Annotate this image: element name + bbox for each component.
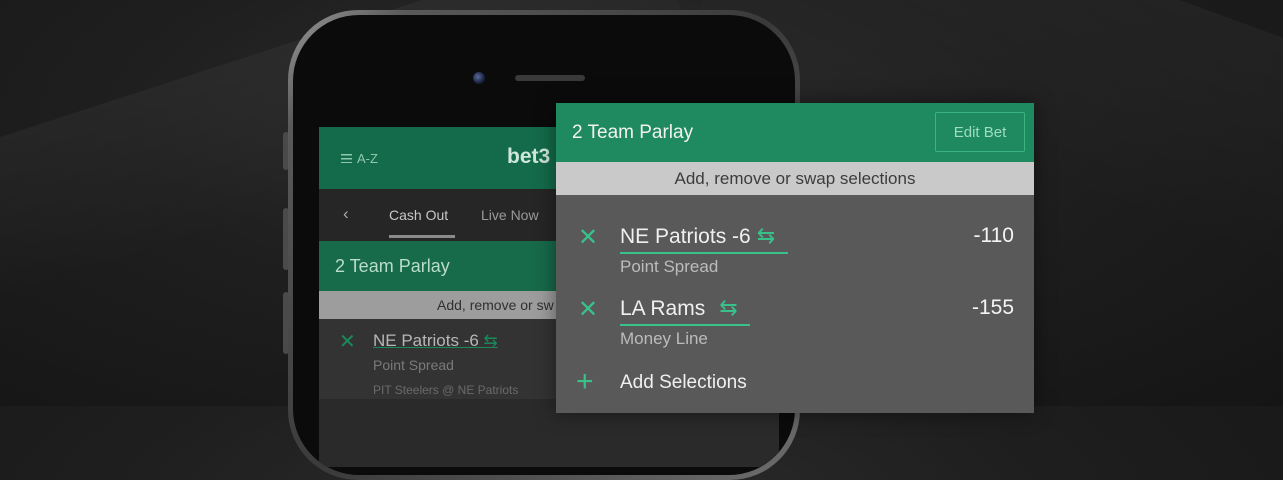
edit-bet-button[interactable]: Edit Bet [935, 112, 1025, 152]
selection-underline [620, 324, 750, 326]
card-title: 2 Team Parlay [572, 122, 694, 143]
card-header: 2 Team Parlay Edit Bet [556, 103, 1034, 162]
selection-team-label: NE Patriots -6 [373, 331, 479, 350]
active-tab-indicator [389, 235, 455, 238]
tab-live-now[interactable]: Live Now [481, 207, 539, 223]
close-icon[interactable]: ✕ [578, 224, 598, 252]
selection-team[interactable]: NE Patriots -6 ⇆ [620, 222, 775, 251]
back-chevron-icon[interactable]: ‹ [343, 204, 349, 224]
plus-icon: + [576, 365, 594, 398]
swap-icon[interactable]: ⇆ [484, 331, 498, 350]
selection-team[interactable]: NE Patriots -6 ⇆ [373, 331, 498, 351]
card-subtitle: Add, remove or swap selections [556, 162, 1034, 195]
selection-row: ✕ NE Patriots -6 ⇆ Point Spread -110 [556, 222, 1034, 292]
brand-logo: bet3 [507, 145, 551, 168]
add-selections-label: Add Selections [620, 372, 747, 393]
hamburger-icon [341, 154, 352, 163]
menu-button[interactable]: A-Z [341, 151, 378, 166]
close-icon[interactable]: ✕ [578, 296, 598, 324]
close-icon[interactable]: ✕ [339, 329, 356, 354]
selection-odds: -110 [973, 224, 1014, 247]
bet-slip-card: 2 Team Parlay Edit Bet Add, remove or sw… [556, 103, 1034, 413]
selection-team[interactable]: LA Rams ⇆ [620, 294, 738, 323]
selection-team-label: NE Patriots -6 [620, 225, 751, 248]
selection-row: ✕ LA Rams ⇆ Money Line -155 [556, 294, 1034, 364]
selection-type: Point Spread [620, 257, 719, 276]
camera-icon [473, 72, 485, 84]
add-selections-button[interactable]: + Add Selections [556, 365, 1034, 399]
tab-cash-out[interactable]: Cash Out [389, 207, 448, 223]
selection-odds: -155 [971, 296, 1014, 319]
selection-underline [620, 252, 788, 254]
selection-team-label: LA Rams [620, 297, 706, 320]
swap-icon[interactable]: ⇆ [757, 223, 775, 248]
selection-type: Money Line [620, 329, 708, 348]
speaker-grille [515, 75, 585, 81]
selection-match: PIT Steelers @ NE Patriots [373, 383, 519, 397]
swap-icon[interactable]: ⇆ [719, 295, 737, 320]
menu-label: A-Z [357, 151, 378, 166]
selection-type: Point Spread [373, 357, 454, 373]
